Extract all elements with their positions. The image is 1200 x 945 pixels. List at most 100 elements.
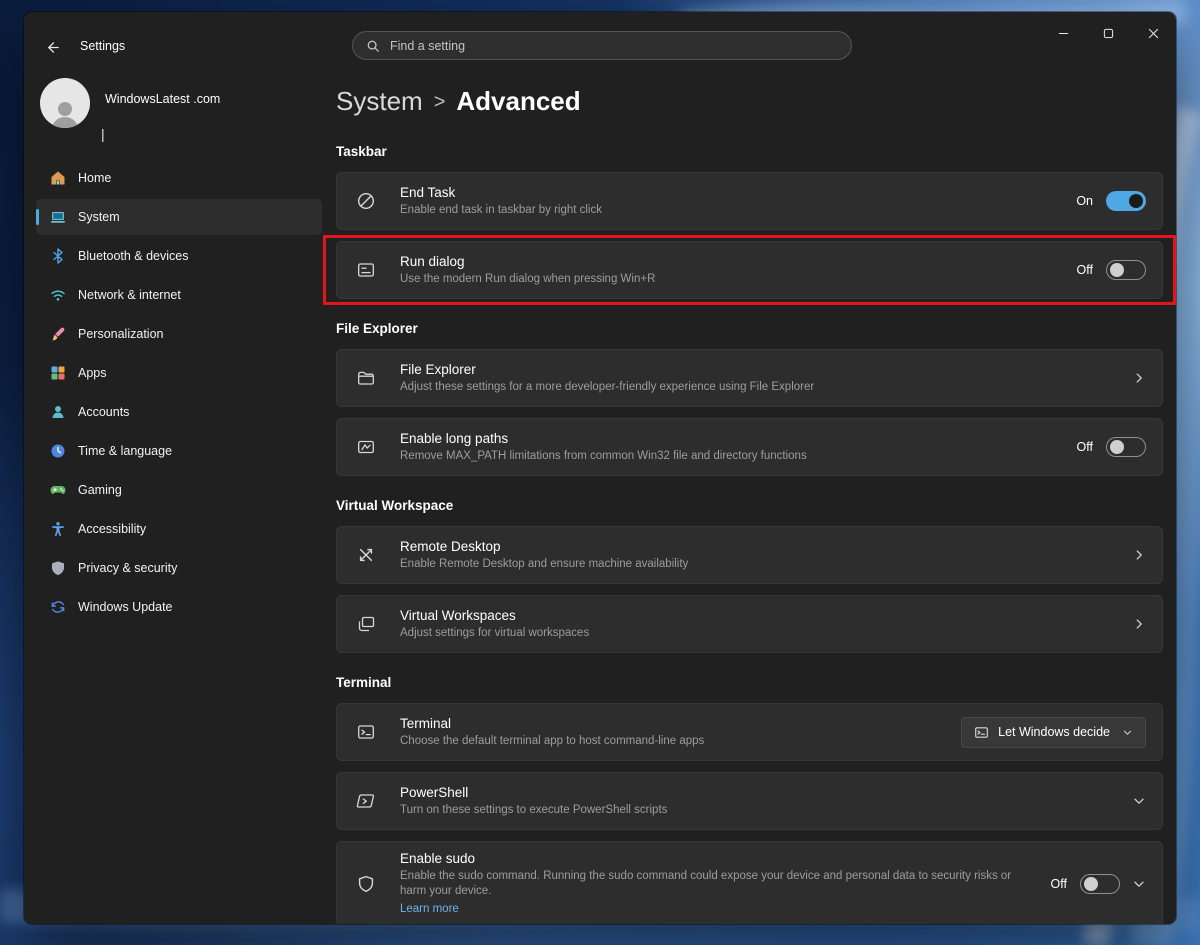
accounts-icon: [50, 404, 66, 420]
privacy-security-icon: [50, 560, 66, 576]
section-title: Taskbar: [336, 144, 1163, 160]
user-name: WindowsLatest .com: [105, 92, 220, 106]
user-profile[interactable]: WindowsLatest .com |: [24, 72, 336, 152]
time-language-icon: [50, 443, 66, 459]
card-text: Enable sudoEnable the sudo command. Runn…: [400, 851, 1051, 917]
card-title: Terminal: [400, 716, 947, 731]
settings-card-end-task[interactable]: End TaskEnable end task in taskbar by ri…: [336, 172, 1163, 230]
toggle-run-dialog[interactable]: [1106, 260, 1146, 280]
toggle-knob: [1110, 263, 1124, 277]
card-description: Enable Remote Desktop and ensure machine…: [400, 557, 1060, 572]
section-cards: Remote DesktopEnable Remote Desktop and …: [336, 526, 1163, 653]
card-controls: [1132, 548, 1146, 562]
section-cards: Terminal Choose the default terminal app …: [336, 703, 1163, 924]
virtual-workspaces-icon: [356, 614, 376, 634]
card-description: Turn on these settings to execute PowerS…: [400, 803, 1060, 818]
search-box[interactable]: [352, 31, 852, 60]
file-explorer-icon: [356, 368, 376, 388]
toggle-state-label: Off: [1077, 263, 1093, 277]
settings-card-powershell[interactable]: PowerShell Turn on these settings to exec…: [336, 772, 1163, 830]
sidebar-item-network-internet[interactable]: Network & internet: [36, 277, 322, 313]
sidebar-item-label: Home: [78, 171, 111, 185]
breadcrumb-parent[interactable]: System: [336, 86, 423, 117]
chevron-down-icon[interactable]: [1132, 877, 1146, 891]
settings-card-remote-desktop[interactable]: Remote DesktopEnable Remote Desktop and …: [336, 526, 1163, 584]
card-text: End TaskEnable end task in taskbar by ri…: [400, 185, 1076, 218]
page-title: Advanced: [456, 86, 580, 117]
minimize-button[interactable]: [1041, 12, 1086, 54]
toggle-enable-sudo[interactable]: [1080, 874, 1120, 894]
chevron-down-icon[interactable]: [1132, 794, 1146, 808]
user-avatar-icon: [45, 94, 85, 128]
section-title: Terminal: [336, 675, 1163, 691]
settings-window: Settings WindowsLatest .com | HomeSystem…: [24, 12, 1176, 924]
learn-more-link[interactable]: Learn more: [400, 903, 459, 915]
toggle-enable-long-paths[interactable]: [1106, 437, 1146, 457]
sidebar-item-accessibility[interactable]: Accessibility: [36, 511, 322, 547]
sidebar-item-personalization[interactable]: Personalization: [36, 316, 322, 352]
sidebar-item-label: Gaming: [78, 483, 122, 497]
close-button[interactable]: [1131, 12, 1176, 54]
chevron-right-icon[interactable]: [1132, 371, 1146, 385]
settings-card-virtual-workspaces[interactable]: Virtual Workspaces Adjust settings for vi…: [336, 595, 1163, 653]
section-taskbar: Taskbar End TaskEnable end task in taskba…: [336, 144, 1163, 299]
card-controls: On: [1076, 191, 1146, 211]
toggle-knob: [1129, 194, 1143, 208]
bluetooth-icon: [50, 248, 66, 264]
sidebar-item-label: Time & language: [78, 444, 172, 458]
settings-card-file-explorer[interactable]: File ExplorerAdjust these settings for a…: [336, 349, 1163, 407]
settings-card-run-dialog[interactable]: Run dialogUse the modern Run dialog when…: [336, 241, 1163, 299]
sidebar-item-label: Accounts: [78, 405, 129, 419]
card-text: Remote DesktopEnable Remote Desktop and …: [400, 539, 1132, 572]
sidebar: WindowsLatest .com | Home System Bluetooth…: [24, 72, 336, 924]
card-text: Enable long pathsRemove MAX_PATH limitat…: [400, 431, 1077, 464]
settings-card-terminal[interactable]: Terminal Choose the default terminal app …: [336, 703, 1163, 761]
sidebar-item-label: Bluetooth & devices: [78, 249, 189, 263]
minimize-icon: [1058, 28, 1069, 39]
terminal-small-icon: [974, 725, 989, 740]
long-paths-icon: [356, 437, 376, 457]
maximize-button[interactable]: [1086, 12, 1131, 54]
search-input[interactable]: [388, 38, 838, 54]
back-button[interactable]: [36, 34, 70, 60]
personalization-icon: [50, 326, 66, 342]
sidebar-item-time-language[interactable]: Time & language: [36, 433, 322, 469]
sidebar-item-label: Apps: [78, 366, 107, 380]
card-text: File ExplorerAdjust these settings for a…: [400, 362, 1132, 395]
terminal-icon: [356, 722, 376, 742]
network-icon: [50, 287, 66, 303]
settings-card-enable-long-paths[interactable]: Enable long pathsRemove MAX_PATH limitat…: [336, 418, 1163, 476]
chevron-right-icon[interactable]: [1132, 617, 1146, 631]
card-controls: Off: [1077, 437, 1146, 457]
sidebar-item-bluetooth-devices[interactable]: Bluetooth & devices: [36, 238, 322, 274]
card-description: Adjust settings for virtual workspaces: [400, 626, 1060, 641]
sidebar-item-accounts[interactable]: Accounts: [36, 394, 322, 430]
sidebar-item-label: Accessibility: [78, 522, 146, 536]
toggle-end-task[interactable]: [1106, 191, 1146, 211]
sidebar-item-gaming[interactable]: Gaming: [36, 472, 322, 508]
sidebar-item-label: Windows Update: [78, 600, 173, 614]
sudo-icon: [356, 874, 376, 894]
sidebar-item-system[interactable]: System: [36, 199, 322, 235]
card-description: Choose the default terminal app to host …: [400, 734, 947, 749]
card-title: Virtual Workspaces: [400, 608, 1118, 623]
dropdown-selected-value: Let Windows decide: [998, 725, 1110, 739]
sidebar-item-privacy-security[interactable]: Privacy & security: [36, 550, 322, 586]
apps-icon: [50, 365, 66, 381]
card-text: Run dialogUse the modern Run dialog when…: [400, 254, 1077, 287]
chevron-right-icon[interactable]: [1132, 548, 1146, 562]
close-icon: [1148, 28, 1159, 39]
sidebar-item-label: Personalization: [78, 327, 163, 341]
dropdown-terminal[interactable]: Let Windows decide: [961, 717, 1146, 748]
card-controls: Off: [1051, 874, 1146, 894]
card-title: PowerShell: [400, 785, 1118, 800]
breadcrumb-separator: >: [434, 91, 446, 114]
sidebar-item-windows-update[interactable]: Windows Update: [36, 589, 322, 625]
sidebar-item-home[interactable]: Home: [36, 160, 322, 196]
chevron-down-icon: [1122, 727, 1133, 738]
sidebar-item-apps[interactable]: Apps: [36, 355, 322, 391]
remote-desktop-icon: [356, 545, 376, 565]
window-controls: [1041, 12, 1176, 54]
settings-card-enable-sudo[interactable]: Enable sudoEnable the sudo command. Runn…: [336, 841, 1163, 924]
card-text: Terminal Choose the default terminal app …: [400, 716, 961, 749]
